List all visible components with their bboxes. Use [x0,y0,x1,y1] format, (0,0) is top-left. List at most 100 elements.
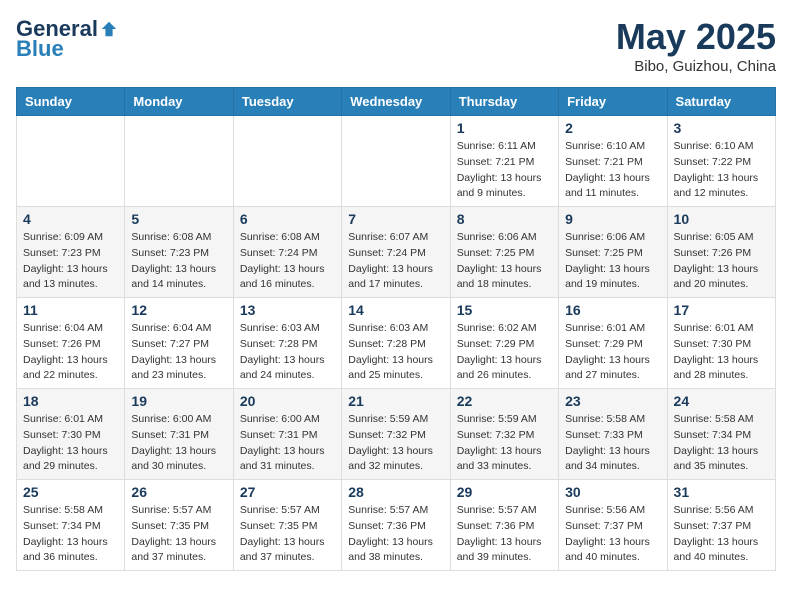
calendar-day-cell: 1 Sunrise: 6:11 AM Sunset: 7:21 PM Daylig… [450,116,558,207]
calendar-day-cell: 17Sunrise: 6:01 AM Sunset: 7:30 PM Dayli… [667,298,775,389]
day-info: Sunrise: 6:03 AM Sunset: 7:28 PM Dayligh… [240,321,335,384]
weekday-header: Saturday [667,88,775,116]
day-number: 24 [674,393,769,409]
day-info: Sunrise: 6:04 AM Sunset: 7:26 PM Dayligh… [23,321,118,384]
day-info: Sunrise: 6:02 AM Sunset: 7:29 PM Dayligh… [457,321,552,384]
day-number: 11 [23,302,118,318]
day-number: 22 [457,393,552,409]
day-info: Sunrise: 5:57 AM Sunset: 7:36 PM Dayligh… [348,503,443,566]
logo-icon [100,20,118,38]
day-number: 23 [565,393,660,409]
day-number: 20 [240,393,335,409]
weekday-header: Monday [125,88,233,116]
day-info: Sunrise: 5:57 AM Sunset: 7:35 PM Dayligh… [131,503,226,566]
day-info: Sunrise: 6:08 AM Sunset: 7:24 PM Dayligh… [240,230,335,293]
calendar-header-row: SundayMondayTuesdayWednesdayThursdayFrid… [17,88,776,116]
calendar-day-cell: 3 Sunrise: 6:10 AM Sunset: 7:22 PM Daylig… [667,116,775,207]
day-info: Sunrise: 5:59 AM Sunset: 7:32 PM Dayligh… [457,412,552,475]
day-number: 6 [240,211,335,227]
calendar-day-cell: 29 Sunrise: 5:57 AM Sunset: 7:36 PM Dayli… [450,480,558,571]
day-info: Sunrise: 6:10 AM Sunset: 7:21 PM Dayligh… [565,139,660,202]
calendar-day-cell: 24 Sunrise: 5:58 AM Sunset: 7:34 PM Dayli… [667,389,775,480]
day-number: 31 [674,484,769,500]
calendar-day-cell: 30 Sunrise: 5:56 AM Sunset: 7:37 PM Dayli… [559,480,667,571]
day-info: Sunrise: 6:06 AM Sunset: 7:25 PM Dayligh… [457,230,552,293]
day-number: 1 [457,120,552,136]
day-info: Sunrise: 6:07 AM Sunset: 7:24 PM Dayligh… [348,230,443,293]
page-header: General Blue May 2025 Bibo, Guizhou, Chi… [16,16,776,75]
calendar-day-cell [342,116,450,207]
calendar-day-cell: 4 Sunrise: 6:09 AM Sunset: 7:23 PM Daylig… [17,207,125,298]
title-block: May 2025 Bibo, Guizhou, China [616,16,776,75]
day-number: 16 [565,302,660,318]
day-info: Sunrise: 6:11 AM Sunset: 7:21 PM Dayligh… [457,139,552,202]
day-info: Sunrise: 6:03 AM Sunset: 7:28 PM Dayligh… [348,321,443,384]
weekday-header: Wednesday [342,88,450,116]
calendar-day-cell: 18Sunrise: 6:01 AM Sunset: 7:30 PM Dayli… [17,389,125,480]
day-number: 15 [457,302,552,318]
calendar-day-cell: 27 Sunrise: 5:57 AM Sunset: 7:35 PM Dayli… [233,480,341,571]
calendar-day-cell: 25 Sunrise: 5:58 AM Sunset: 7:34 PM Dayli… [17,480,125,571]
calendar-day-cell: 5Sunrise: 6:08 AM Sunset: 7:23 PM Daylig… [125,207,233,298]
day-info: Sunrise: 6:10 AM Sunset: 7:22 PM Dayligh… [674,139,769,202]
calendar-day-cell: 28 Sunrise: 5:57 AM Sunset: 7:36 PM Dayli… [342,480,450,571]
day-info: Sunrise: 6:00 AM Sunset: 7:31 PM Dayligh… [131,412,226,475]
day-number: 5 [131,211,226,227]
calendar-day-cell: 9Sunrise: 6:06 AM Sunset: 7:25 PM Daylig… [559,207,667,298]
weekday-header: Thursday [450,88,558,116]
calendar-week-row: 18Sunrise: 6:01 AM Sunset: 7:30 PM Dayli… [17,389,776,480]
weekday-header: Sunday [17,88,125,116]
calendar-day-cell: 22 Sunrise: 5:59 AM Sunset: 7:32 PM Dayli… [450,389,558,480]
calendar-day-cell: 13Sunrise: 6:03 AM Sunset: 7:28 PM Dayli… [233,298,341,389]
day-number: 30 [565,484,660,500]
day-number: 14 [348,302,443,318]
day-number: 25 [23,484,118,500]
day-number: 3 [674,120,769,136]
logo-blue-text: Blue [16,36,64,62]
calendar-day-cell: 23 Sunrise: 5:58 AM Sunset: 7:33 PM Dayli… [559,389,667,480]
day-info: Sunrise: 6:05 AM Sunset: 7:26 PM Dayligh… [674,230,769,293]
calendar-day-cell: 15 Sunrise: 6:02 AM Sunset: 7:29 PM Dayli… [450,298,558,389]
day-info: Sunrise: 5:59 AM Sunset: 7:32 PM Dayligh… [348,412,443,475]
day-info: Sunrise: 5:57 AM Sunset: 7:35 PM Dayligh… [240,503,335,566]
calendar-day-cell: 19Sunrise: 6:00 AM Sunset: 7:31 PM Dayli… [125,389,233,480]
calendar-day-cell [233,116,341,207]
calendar-day-cell [125,116,233,207]
day-info: Sunrise: 5:56 AM Sunset: 7:37 PM Dayligh… [565,503,660,566]
day-number: 28 [348,484,443,500]
day-number: 4 [23,211,118,227]
day-number: 21 [348,393,443,409]
calendar-week-row: 11 Sunrise: 6:04 AM Sunset: 7:26 PM Dayli… [17,298,776,389]
day-info: Sunrise: 6:01 AM Sunset: 7:30 PM Dayligh… [23,412,118,475]
location-text: Bibo, Guizhou, China [616,58,776,75]
day-info: Sunrise: 5:58 AM Sunset: 7:34 PM Dayligh… [674,412,769,475]
day-number: 29 [457,484,552,500]
day-number: 10 [674,211,769,227]
calendar-week-row: 25 Sunrise: 5:58 AM Sunset: 7:34 PM Dayli… [17,480,776,571]
day-number: 17 [674,302,769,318]
day-number: 27 [240,484,335,500]
day-number: 8 [457,211,552,227]
day-number: 7 [348,211,443,227]
day-info: Sunrise: 5:57 AM Sunset: 7:36 PM Dayligh… [457,503,552,566]
calendar-week-row: 1 Sunrise: 6:11 AM Sunset: 7:21 PM Daylig… [17,116,776,207]
calendar-day-cell: 16 Sunrise: 6:01 AM Sunset: 7:29 PM Dayli… [559,298,667,389]
calendar-day-cell: 14 Sunrise: 6:03 AM Sunset: 7:28 PM Dayli… [342,298,450,389]
calendar-day-cell: 26 Sunrise: 5:57 AM Sunset: 7:35 PM Dayli… [125,480,233,571]
calendar-day-cell: 12Sunrise: 6:04 AM Sunset: 7:27 PM Dayli… [125,298,233,389]
day-info: Sunrise: 6:00 AM Sunset: 7:31 PM Dayligh… [240,412,335,475]
day-info: Sunrise: 5:58 AM Sunset: 7:33 PM Dayligh… [565,412,660,475]
calendar-day-cell: 21 Sunrise: 5:59 AM Sunset: 7:32 PM Dayli… [342,389,450,480]
month-title: May 2025 [616,16,776,58]
day-number: 26 [131,484,226,500]
day-info: Sunrise: 5:56 AM Sunset: 7:37 PM Dayligh… [674,503,769,566]
calendar-day-cell: 2 Sunrise: 6:10 AM Sunset: 7:21 PM Daylig… [559,116,667,207]
calendar-day-cell: 7 Sunrise: 6:07 AM Sunset: 7:24 PM Daylig… [342,207,450,298]
day-number: 2 [565,120,660,136]
day-info: Sunrise: 6:09 AM Sunset: 7:23 PM Dayligh… [23,230,118,293]
day-info: Sunrise: 6:01 AM Sunset: 7:29 PM Dayligh… [565,321,660,384]
calendar-day-cell [17,116,125,207]
day-info: Sunrise: 5:58 AM Sunset: 7:34 PM Dayligh… [23,503,118,566]
calendar-day-cell: 6 Sunrise: 6:08 AM Sunset: 7:24 PM Daylig… [233,207,341,298]
weekday-header: Tuesday [233,88,341,116]
